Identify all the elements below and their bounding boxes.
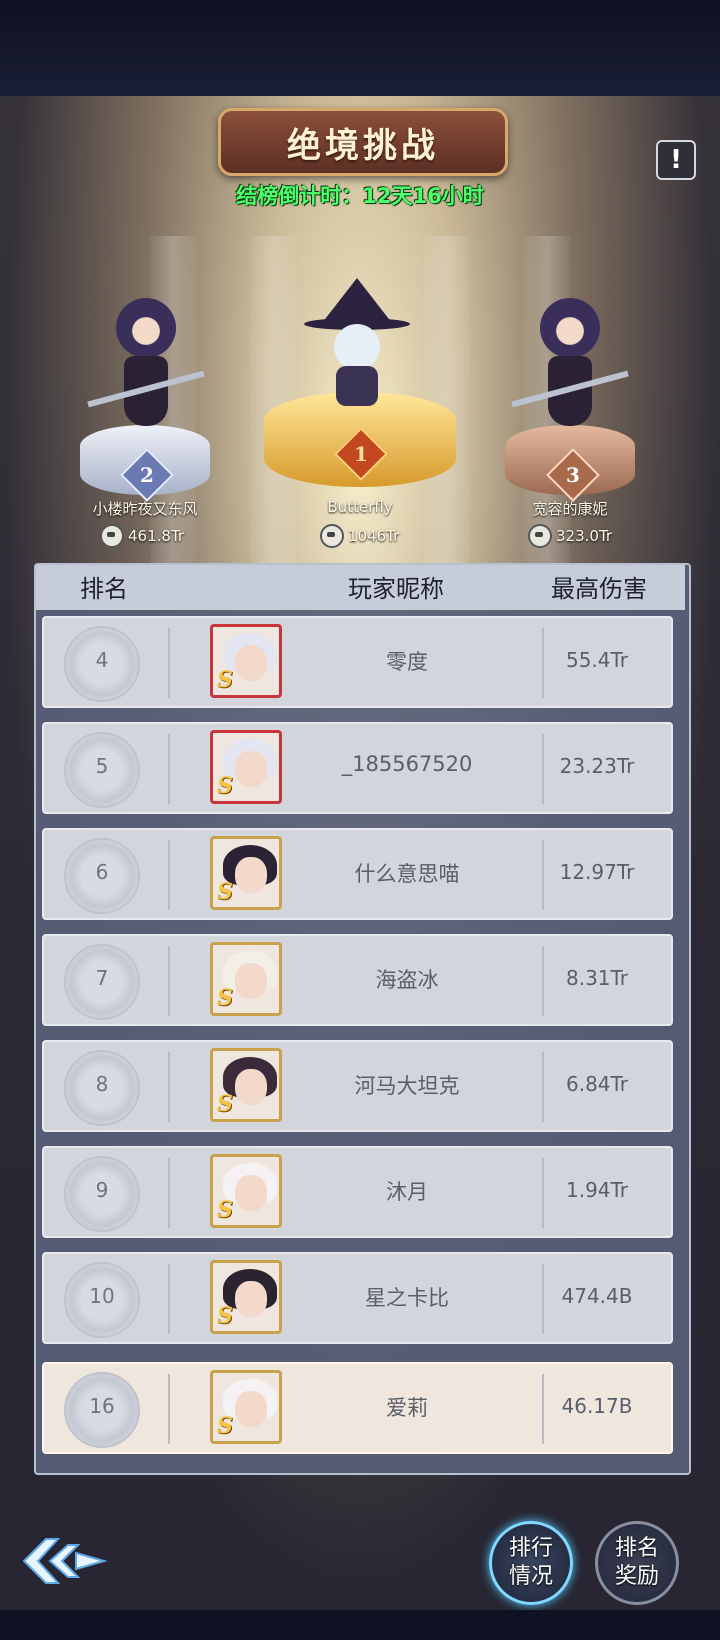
max-damage: 46.17B — [561, 1394, 633, 1418]
podium-name: Butterfly — [327, 498, 393, 516]
divider — [168, 840, 170, 910]
s-rank-badge: S — [217, 667, 233, 693]
table-row[interactable]: 9 S 沐月 1.94Tr — [42, 1146, 673, 1238]
table-row[interactable]: 6 S 什么意思喵 12.97Tr — [42, 828, 673, 920]
max-damage: 23.23Tr — [559, 754, 635, 778]
player-avatar[interactable]: S — [210, 1154, 282, 1228]
divider — [168, 1052, 170, 1122]
ranking-status-button[interactable]: 排行 情况 — [489, 1521, 573, 1605]
rank-number: 9 — [95, 1178, 109, 1202]
skull-icon — [528, 524, 552, 548]
table-row[interactable]: 10 S 星之卡比 474.4B — [42, 1252, 673, 1344]
skull-icon — [320, 524, 344, 548]
max-damage: 6.84Tr — [565, 1072, 629, 1096]
ranking-reward-label: 排名 — [614, 1536, 659, 1561]
info-icon: ! — [670, 145, 682, 175]
header-nickname: 玩家昵称 — [348, 575, 444, 603]
player-nickname: 零度 — [386, 650, 428, 674]
player-nickname: 星之卡比 — [365, 1286, 449, 1310]
rank-number: 6 — [95, 860, 109, 884]
player-avatar[interactable]: S — [210, 624, 282, 698]
podium-score-value: 461.8Tr — [128, 527, 185, 545]
page-title: 绝境挑战 — [287, 125, 439, 166]
s-rank-badge: S — [217, 1197, 233, 1223]
podium-name: 小楼昨夜又东风 — [92, 500, 198, 518]
player-avatar[interactable]: S — [210, 730, 282, 804]
podium-name: 宽容的康妮 — [532, 500, 608, 518]
character-sprite — [511, 298, 629, 433]
rank-number: 8 — [95, 1072, 109, 1096]
ranking-status-label: 情况 — [508, 1564, 553, 1589]
player-nickname: _185567520 — [341, 752, 473, 776]
skull-icon — [100, 524, 124, 548]
divider — [168, 628, 170, 698]
max-damage: 474.4B — [561, 1284, 633, 1308]
header-damage: 最高伤害 — [551, 575, 647, 603]
title-banner: 绝境挑战 — [218, 108, 508, 176]
countdown-timer: 结榜倒计时：12天16小时 — [236, 184, 484, 208]
s-rank-badge: S — [217, 879, 233, 905]
player-nickname: 什么意思喵 — [354, 862, 460, 886]
divider — [168, 1374, 170, 1444]
ranking-status-label: 排行 — [508, 1536, 553, 1561]
player-nickname: 沐月 — [386, 1180, 428, 1204]
player-nickname: 海盗冰 — [375, 968, 439, 992]
s-rank-badge: S — [217, 1303, 233, 1329]
rank-number: 16 — [89, 1394, 115, 1418]
back-button[interactable] — [20, 1531, 110, 1591]
s-rank-badge: S — [217, 1091, 233, 1117]
divider — [168, 946, 170, 1016]
rank-number: 7 — [95, 966, 109, 990]
character-sprite — [87, 298, 205, 433]
table-row[interactable]: 7 S 海盗冰 8.31Tr — [42, 934, 673, 1026]
max-damage: 12.97Tr — [559, 860, 635, 884]
rank-number: 10 — [89, 1284, 115, 1308]
player-avatar[interactable]: S — [210, 1370, 282, 1444]
player-avatar[interactable]: S — [210, 836, 282, 910]
rank-number: 5 — [95, 754, 109, 778]
bottom-bar — [0, 1610, 720, 1640]
s-rank-badge: S — [217, 773, 233, 799]
s-rank-badge: S — [217, 985, 233, 1011]
divider — [168, 1158, 170, 1228]
max-damage: 55.4Tr — [565, 648, 629, 672]
table-header: 排名 玩家昵称 最高伤害 — [36, 565, 685, 610]
ranking-reward-label: 奖励 — [614, 1564, 659, 1589]
podium-score: 323.0Tr — [528, 524, 612, 548]
table-row[interactable]: 4 S 零度 55.4Tr — [42, 616, 673, 708]
ranking-reward-button[interactable]: 排名 奖励 — [595, 1521, 679, 1605]
table-row[interactable]: 8 S 河马大坦克 6.84Tr — [42, 1040, 673, 1132]
player-avatar[interactable]: S — [210, 1260, 282, 1334]
character-sprite — [292, 278, 422, 408]
divider — [168, 734, 170, 804]
player-avatar[interactable]: S — [210, 1048, 282, 1122]
my-rank-row[interactable]: 16 S 爱莉 46.17B — [42, 1362, 673, 1454]
rank-number: 4 — [95, 648, 109, 672]
table-row[interactable]: 5 S _185567520 23.23Tr — [42, 722, 673, 814]
player-nickname: 爱莉 — [386, 1396, 428, 1420]
s-rank-badge: S — [217, 1413, 233, 1439]
podium-score: 461.8Tr — [100, 524, 184, 548]
top-bar — [0, 0, 720, 96]
info-button[interactable]: ! — [656, 140, 696, 180]
podium-score: 1046Tr — [320, 524, 399, 548]
divider — [168, 1264, 170, 1334]
podium-score-value: 1046Tr — [348, 527, 400, 545]
max-damage: 8.31Tr — [565, 966, 629, 990]
player-nickname: 河马大坦克 — [354, 1074, 460, 1098]
max-damage: 1.94Tr — [565, 1178, 629, 1202]
podium-score-value: 323.0Tr — [556, 527, 613, 545]
back-arrow-icon — [22, 1538, 108, 1584]
header-rank: 排名 — [80, 575, 128, 603]
player-avatar[interactable]: S — [210, 942, 282, 1016]
